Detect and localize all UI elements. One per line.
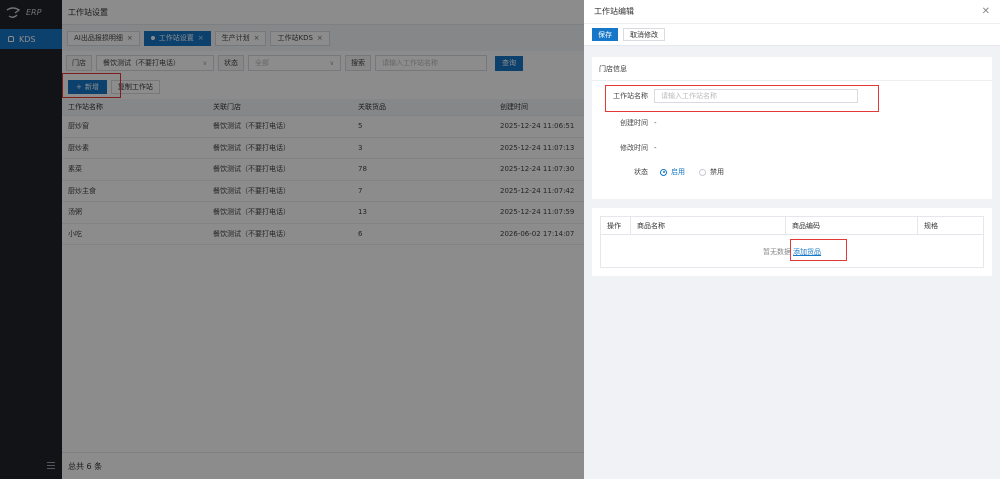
highlight-box-name <box>605 85 879 112</box>
goods-table-header: 操作 商品名称 商品编码 规格 <box>601 216 983 235</box>
radio-enabled-label[interactable]: 启用 <box>671 167 685 177</box>
modified-time-row: 修改时间 - <box>592 143 657 153</box>
cancel-changes-button[interactable]: 取消修改 <box>623 28 665 41</box>
created-time-value: - <box>654 119 657 127</box>
drawer-title: 工作站编辑 <box>594 7 634 16</box>
store-info-card: 门店信息 工作站名称 请输入工作站名称 创建时间 - 修改时间 - 状态 启用 … <box>592 57 992 199</box>
close-icon[interactable]: ✕ <box>982 6 990 17</box>
column-header: 商品编码 <box>786 216 918 235</box>
column-header: 规格 <box>924 221 938 230</box>
radio-disabled-label[interactable]: 禁用 <box>710 167 724 177</box>
status-label: 状态 <box>634 168 648 176</box>
section-title: 门店信息 <box>592 57 992 81</box>
radio-disabled[interactable] <box>699 168 706 176</box>
created-time-label: 创建时间 <box>620 119 648 127</box>
drawer-header: 工作站编辑 ✕ <box>584 0 1000 24</box>
column-header: 商品名称 <box>631 216 786 235</box>
modal-backdrop[interactable] <box>0 0 584 479</box>
created-time-row: 创建时间 - <box>592 118 657 128</box>
drawer-toolbar: 保存 取消修改 <box>584 24 1000 46</box>
modified-time-value: - <box>654 144 657 152</box>
modified-time-label: 修改时间 <box>620 144 648 152</box>
status-row: 状态 启用 禁用 <box>592 167 724 177</box>
empty-text: 暂无数据 <box>763 247 791 256</box>
column-header: 操作 <box>601 216 631 235</box>
radio-enabled[interactable] <box>660 168 667 176</box>
highlight-box-add-goods <box>790 239 847 261</box>
save-button[interactable]: 保存 <box>592 28 618 41</box>
